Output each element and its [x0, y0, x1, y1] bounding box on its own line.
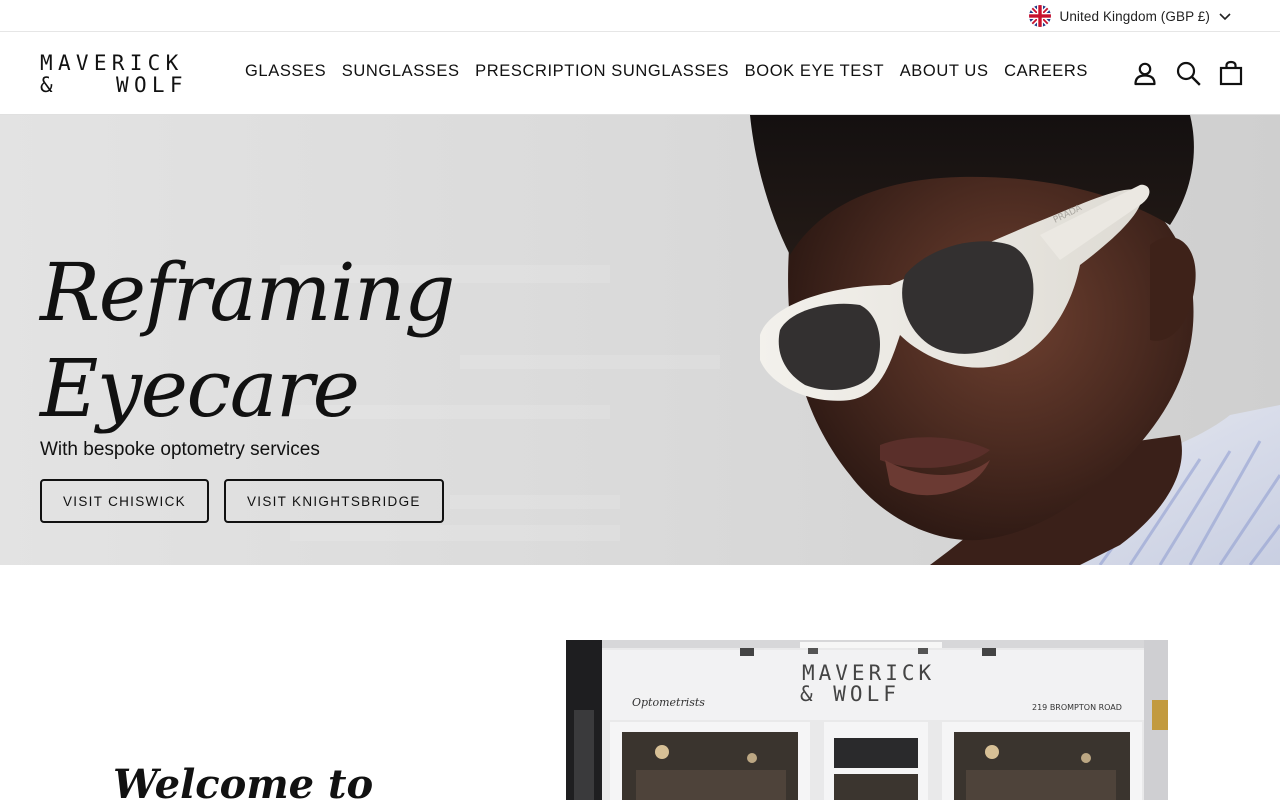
currency-selector[interactable]: United Kingdom (GBP £): [1029, 4, 1232, 28]
nav-sunglasses[interactable]: SUNGLASSES: [342, 62, 475, 81]
nav-prescription-sunglasses[interactable]: PRESCRIPTION SUNGLASSES: [475, 62, 745, 81]
header-icons: [1132, 60, 1244, 86]
logo[interactable]: MAVERICK & WOLF: [40, 52, 192, 96]
search-icon[interactable]: [1175, 60, 1201, 86]
logo-amp: &: [40, 73, 53, 97]
hero-subtitle: With bespoke optometry services: [40, 439, 320, 460]
hero-buttons: VISIT CHISWICK VISIT KNIGHTSBRIDGE: [40, 479, 444, 523]
account-icon[interactable]: [1132, 60, 1158, 86]
uk-flag-icon: [1029, 5, 1052, 27]
hero-title-line1: Reframing: [40, 246, 455, 339]
storefront-photo: MAVERICK & WOLF Optometrists 219 BROMPTO…: [566, 640, 1168, 800]
hero-title-line2: Eyecare: [40, 342, 360, 435]
store-sign-line2: & WOLF: [800, 682, 900, 706]
welcome-title: Welcome to: [113, 761, 374, 800]
cart-icon[interactable]: [1218, 60, 1244, 86]
logo-line1: MAVERICK: [40, 51, 184, 75]
visit-knightsbridge-button[interactable]: VISIT KNIGHTSBRIDGE: [223, 479, 444, 523]
utility-bar: United Kingdom (GBP £): [0, 0, 1280, 32]
chevron-down-icon: [1219, 13, 1231, 21]
nav-careers[interactable]: CAREERS: [1004, 62, 1103, 81]
hero-title: Reframing Eyecare: [40, 245, 455, 437]
visit-chiswick-button[interactable]: VISIT CHISWICK: [40, 479, 209, 523]
store-sign-left: Optometrists: [632, 696, 705, 709]
store-sign-right: 219 BROMPTON ROAD: [1032, 703, 1122, 712]
main-nav: GLASSES SUNGLASSES PRESCRIPTION SUNGLASS…: [245, 62, 1104, 81]
nav-about-us[interactable]: ABOUT US: [900, 62, 1004, 81]
nav-book-eye-test[interactable]: BOOK EYE TEST: [745, 62, 900, 81]
nav-glasses[interactable]: GLASSES: [245, 62, 342, 81]
logo-line2: WOLF: [116, 73, 188, 97]
currency-label: United Kingdom (GBP £): [1059, 8, 1210, 24]
hero-banner: PRADA Reframing Eyecare With bespoke opt…: [0, 115, 1280, 565]
site-header: MAVERICK & WOLF GLASSES SUNGLASSES PRESC…: [0, 32, 1280, 115]
